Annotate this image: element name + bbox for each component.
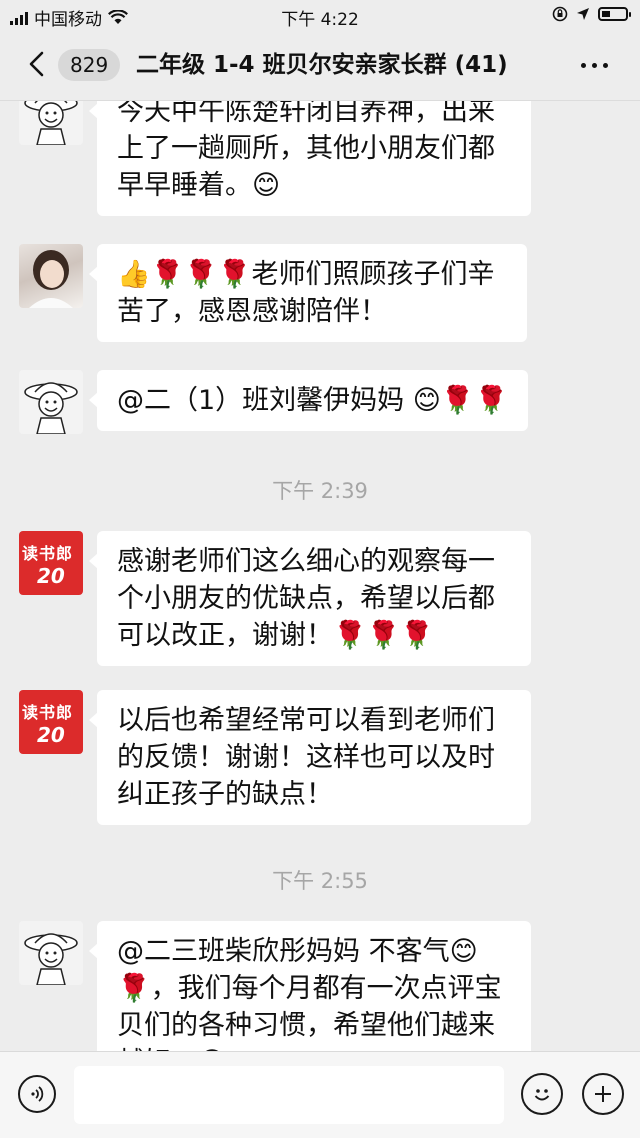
photo-avatar[interactable] (19, 244, 83, 308)
message-text-input[interactable] (74, 1066, 504, 1124)
brand-avatar[interactable]: 读书郎 20 (19, 690, 83, 754)
luffy-avatar-drawing (24, 382, 78, 434)
brand-avatar-name: 读书郎 (22, 544, 74, 563)
message-bubble[interactable]: @二三班柴欣彤妈妈 不客气😊🌹，我们每个月都有一次点评宝贝们的各种习惯，希望他们… (89, 921, 531, 1051)
message-text: 今天中午陈楚轩闭目养神，出来上了一趟厕所，其他小朋友们都早早睡着。😊 (117, 101, 495, 201)
rotation-lock-icon (552, 6, 568, 22)
message-text: 感谢老师们这么细心的观察每一个小朋友的优缺点，希望以后都可以改正，谢谢！🌹🌹🌹 (117, 546, 495, 651)
message-timestamp: 下午 2:39 (272, 479, 368, 503)
status-right (552, 6, 631, 22)
status-bar: 中国移动 下午 4:22 (0, 0, 640, 30)
message-input-bar (0, 1051, 640, 1138)
more-options-icon[interactable] (581, 63, 608, 68)
message-timestamp: 下午 2:55 (272, 869, 368, 893)
chat-header: 829 二年级 1-4 班贝尔安亲家长群 (41) (0, 30, 640, 101)
luffy-avatar[interactable] (19, 370, 83, 434)
brand-avatar[interactable]: 读书郎 20 (19, 531, 83, 595)
luffy-avatar-drawing (24, 101, 78, 145)
message-bubble[interactable]: 👍🌹🌹🌹老师们照顾孩子们辛苦了，感恩感谢陪伴！ (89, 244, 527, 342)
emoji-icon[interactable] (521, 1073, 563, 1115)
brand-avatar-name: 读书郎 (22, 703, 74, 722)
photo-avatar-portrait (29, 250, 73, 308)
brand-avatar-number: 20 (37, 723, 65, 747)
message-text: 以后也希望经常可以看到老师们的反馈！谢谢！这样也可以及时纠正孩子的缺点！ (117, 705, 495, 810)
battery-icon (598, 7, 631, 21)
message-bubble[interactable]: 今天中午陈楚轩闭目养神，出来上了一趟厕所，其他小朋友们都早早睡着。😊 (89, 101, 531, 216)
chat-title: 二年级 1-4 班贝尔安亲家长群 (41) (136, 52, 508, 78)
message-bubble[interactable]: @二（1）班刘馨伊妈妈 😊🌹🌹 (88, 370, 529, 431)
brand-avatar-number: 20 (37, 564, 65, 588)
back-chevron-icon[interactable] (24, 50, 52, 78)
location-icon (577, 8, 589, 20)
message-text: @二三班柴欣彤妈妈 不客气😊🌹，我们每个月都有一次点评宝贝们的各种习惯，希望他们… (117, 936, 502, 1051)
plus-icon[interactable] (582, 1073, 624, 1115)
message-text: 👍🌹🌹🌹老师们照顾孩子们辛苦了，感恩感谢陪伴！ (117, 259, 495, 327)
message-text: @二（1）班刘馨伊妈妈 😊🌹🌹 (117, 385, 509, 416)
chat-message-list[interactable]: 今天中午陈楚轩闭目养神，出来上了一趟厕所，其他小朋友们都早早睡着。😊 👍🌹🌹🌹老… (0, 101, 640, 1051)
luffy-avatar[interactable] (19, 921, 83, 985)
status-time: 下午 4:22 (281, 10, 359, 30)
voice-icon[interactable] (18, 1075, 56, 1113)
unread-count-badge[interactable]: 829 (58, 49, 121, 81)
message-bubble[interactable]: 以后也希望经常可以看到老师们的反馈！谢谢！这样也可以及时纠正孩子的缺点！ (89, 690, 531, 825)
luffy-avatar-drawing (24, 933, 78, 985)
luffy-avatar[interactable] (19, 101, 83, 145)
message-bubble[interactable]: 感谢老师们这么细心的观察每一个小朋友的优缺点，希望以后都可以改正，谢谢！🌹🌹🌹 (89, 531, 531, 666)
